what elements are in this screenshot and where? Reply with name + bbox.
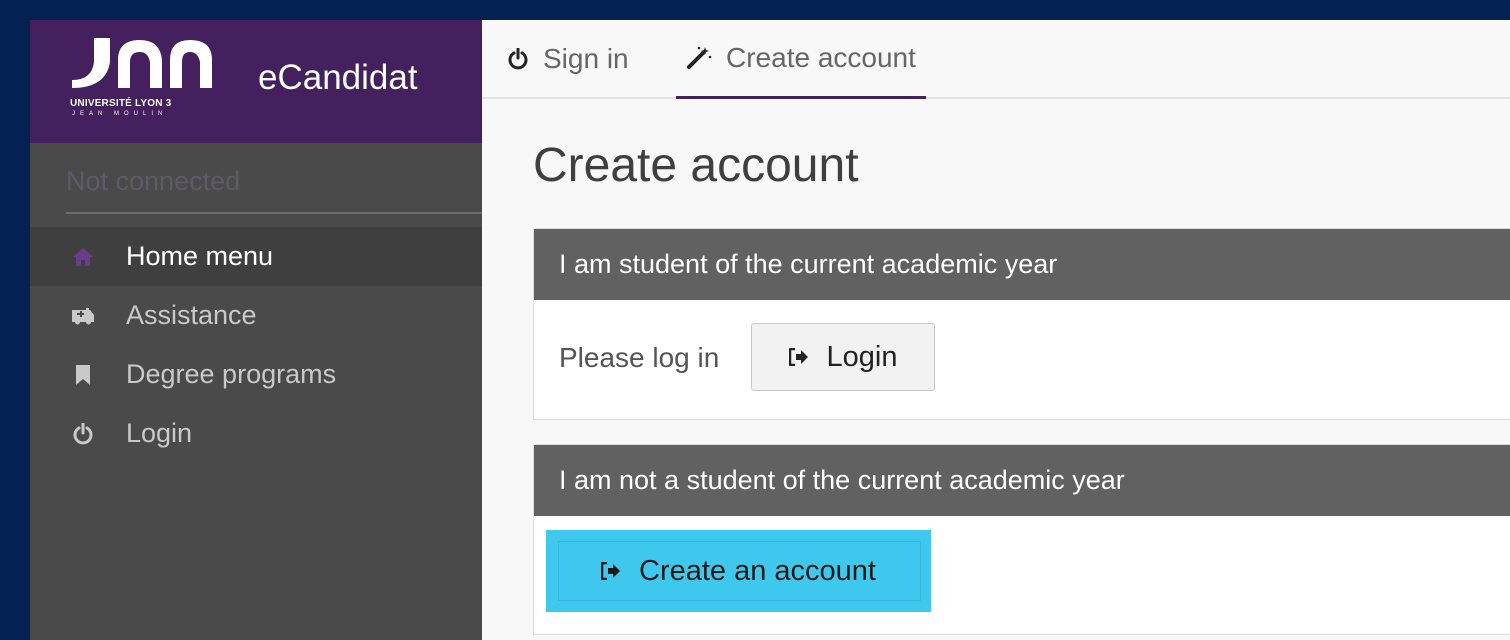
panel-body: Please log in Login xyxy=(534,300,1510,419)
panel-header: I am student of the current academic yea… xyxy=(534,229,1510,300)
app-name[interactable]: eCandidat xyxy=(258,58,418,98)
sidebar: UNIVERSITÉ LYON 3 JEAN MOULIN eCandidat … xyxy=(30,20,482,640)
sidebar-item-degree-programs[interactable]: Degree programs xyxy=(30,345,482,404)
logo-university-name: UNIVERSITÉ LYON 3 xyxy=(70,98,172,109)
tab-label: Create account xyxy=(726,42,916,73)
sidebar-item-label: Degree programs xyxy=(126,359,337,389)
sign-in-icon xyxy=(788,348,809,366)
student-panel: I am student of the current academic yea… xyxy=(533,228,1510,420)
sidebar-item-login[interactable]: Login xyxy=(30,404,482,463)
home-icon xyxy=(70,244,96,270)
sidebar-menu: Home menu Assistance Degree programs Log… xyxy=(30,227,482,463)
panel-body: Create an account xyxy=(534,516,1510,634)
login-button-label: Login xyxy=(826,340,898,373)
tab-sign-in[interactable]: Sign in xyxy=(507,20,629,97)
power-icon xyxy=(507,47,529,70)
magic-wand-icon xyxy=(686,46,712,70)
sidebar-item-label: Assistance xyxy=(126,300,257,330)
login-prompt: Please log in xyxy=(559,342,720,373)
bookmark-icon xyxy=(70,362,96,388)
app-window: UNIVERSITÉ LYON 3 JEAN MOULIN eCandidat … xyxy=(30,20,1510,640)
create-account-button[interactable]: Create an account xyxy=(546,530,931,612)
sidebar-item-home-menu[interactable]: Home menu xyxy=(30,227,482,286)
button-focus-border xyxy=(558,541,921,601)
logo-arches-icon xyxy=(72,38,212,88)
sidebar-item-label: Login xyxy=(126,418,193,448)
logo-subtitle: JEAN MOULIN xyxy=(72,111,168,117)
tab-bar: Sign in Create account xyxy=(482,20,1510,99)
non-student-panel: I am not a student of the current academ… xyxy=(533,444,1510,635)
divider xyxy=(66,212,482,214)
ambulance-icon xyxy=(70,303,96,329)
connection-status: Not connected xyxy=(66,166,241,196)
sidebar-item-label: Home menu xyxy=(126,241,274,271)
login-button[interactable]: Login xyxy=(751,323,935,391)
brand-header: UNIVERSITÉ LYON 3 JEAN MOULIN eCandidat xyxy=(30,20,482,143)
tab-label: Sign in xyxy=(543,42,629,74)
tab-create-account[interactable]: Create account xyxy=(676,20,926,99)
panel-header: I am not a student of the current academ… xyxy=(534,445,1510,516)
university-logo[interactable]: UNIVERSITÉ LYON 3 JEAN MOULIN xyxy=(70,36,220,126)
page-title: Create account xyxy=(533,139,859,192)
power-icon xyxy=(70,421,96,447)
sidebar-item-assistance[interactable]: Assistance xyxy=(30,286,482,345)
